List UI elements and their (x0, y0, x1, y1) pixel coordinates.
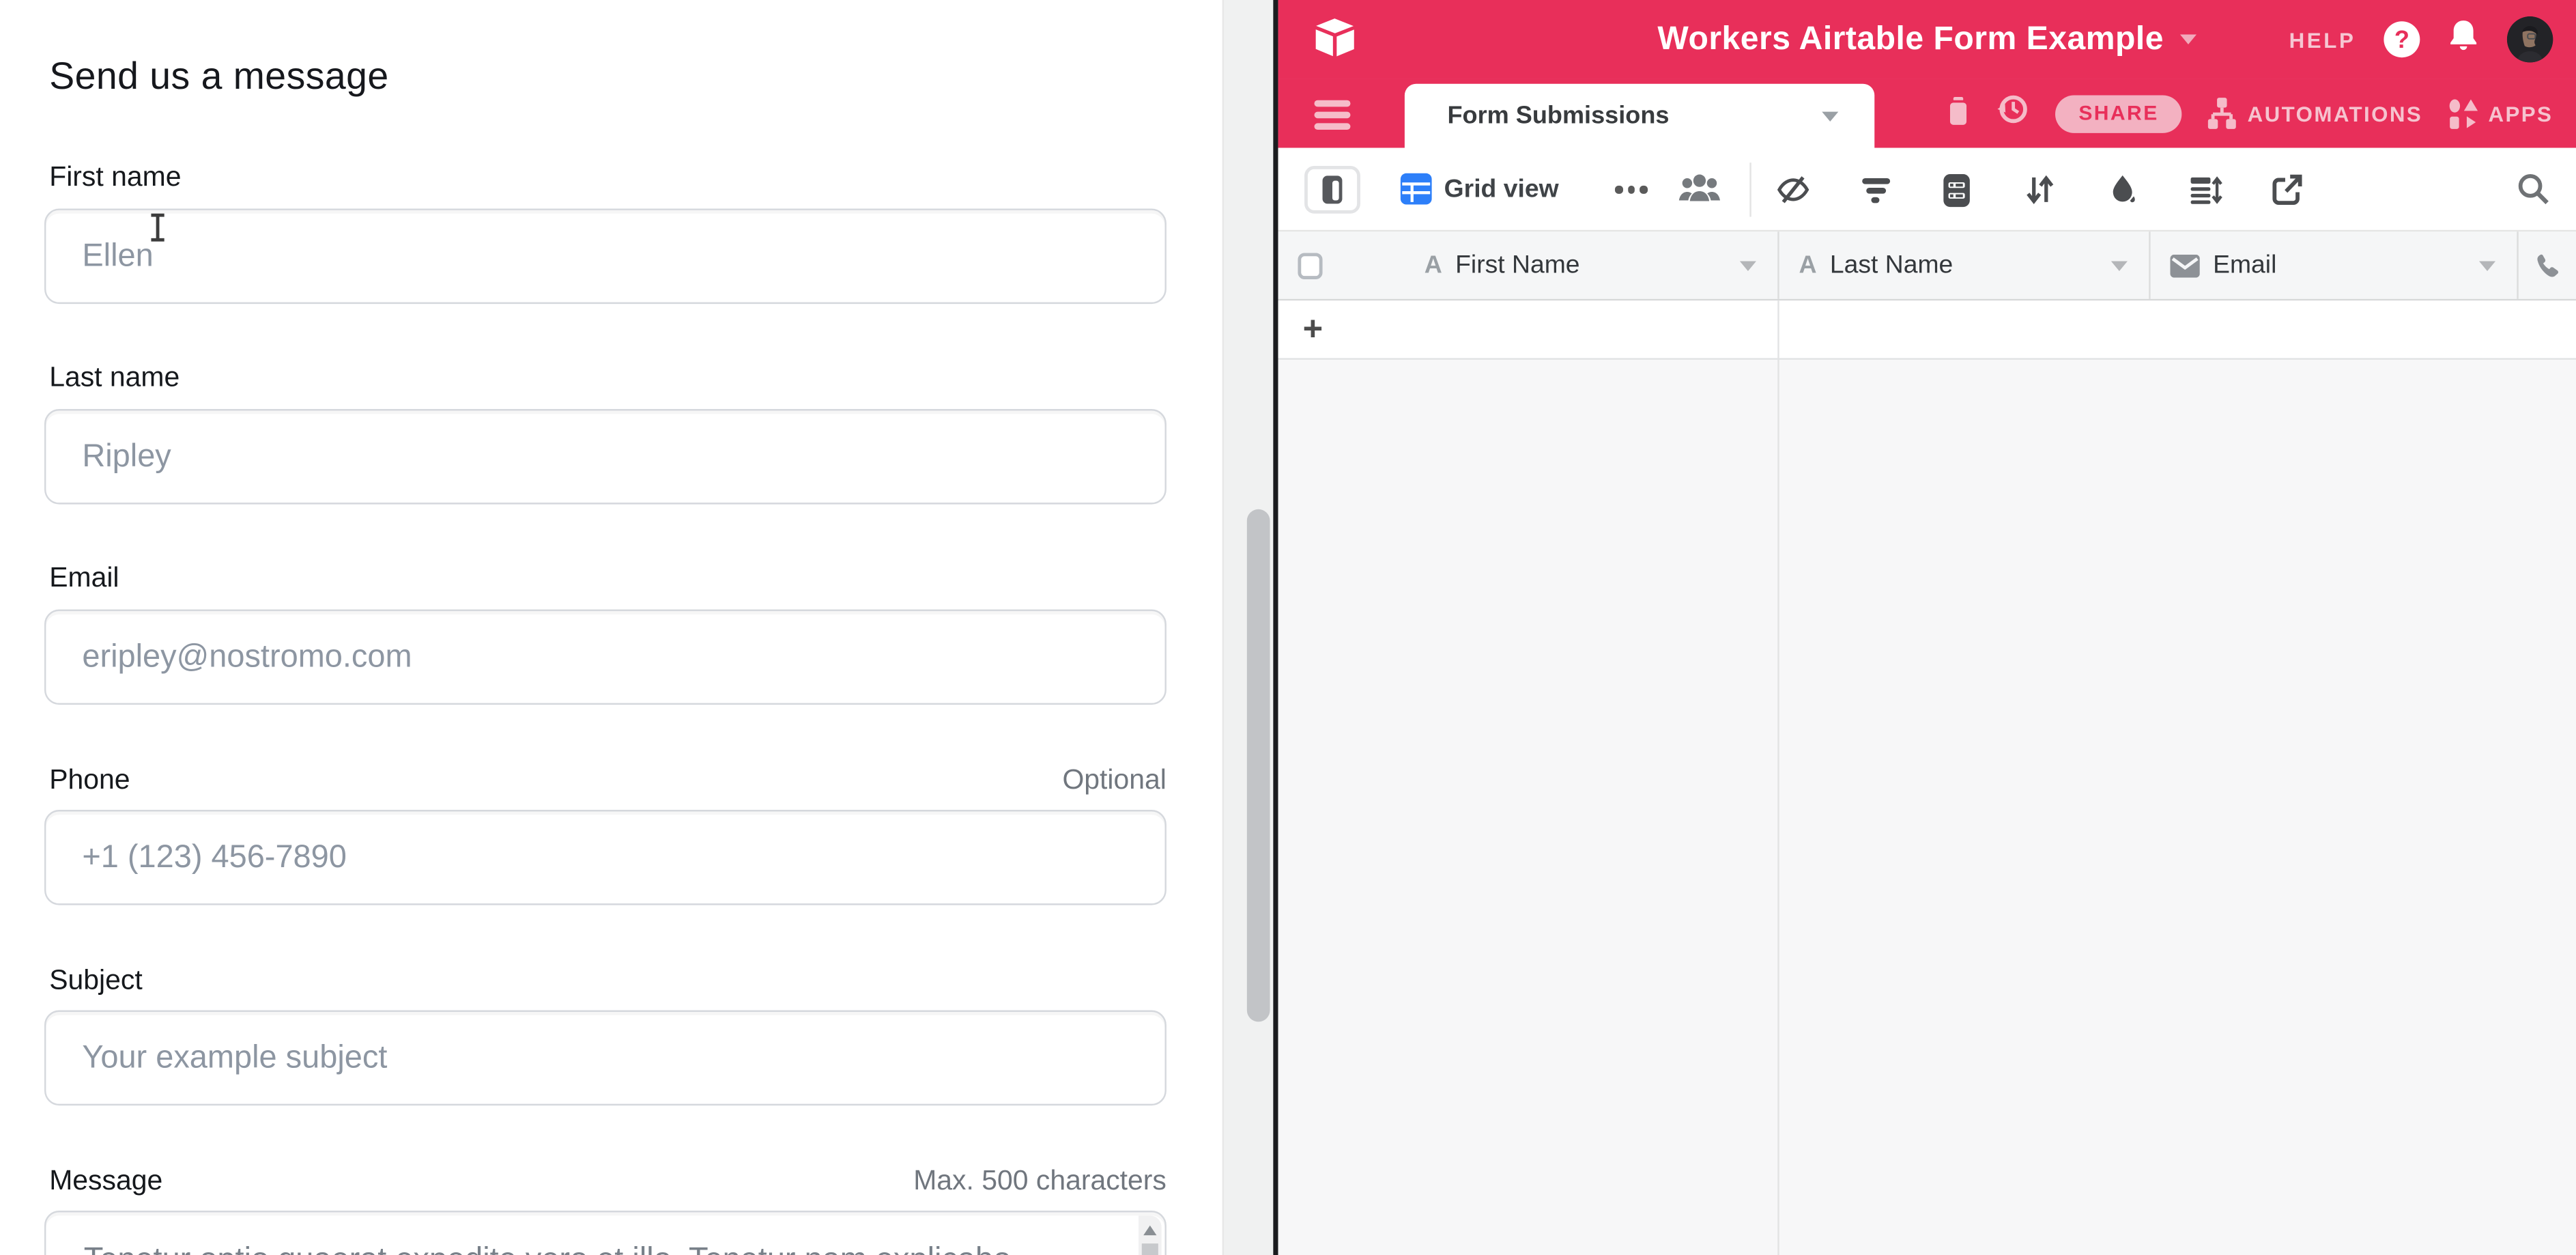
window-divider (1273, 0, 1278, 1255)
question-icon[interactable]: ? (2384, 21, 2420, 57)
message-max-hint: Max. 500 characters (913, 1165, 1167, 1198)
select-all-checkbox[interactable] (1298, 252, 1322, 278)
screenshot-root: Send us a message First name Last name E… (0, 0, 2576, 1255)
hide-fields-icon[interactable] (1776, 173, 1811, 216)
chevron-down-icon[interactable] (1740, 262, 1756, 271)
airtable-topbar: Workers Airtable Form Example HELP ? (1278, 0, 2576, 79)
share-view-icon[interactable] (2270, 173, 2305, 216)
apps-icon (2447, 98, 2478, 129)
sidebar-toggle-icon (1323, 175, 1343, 203)
group-icon[interactable] (1942, 173, 1971, 217)
form-pane-scrollbar[interactable] (1222, 0, 1274, 1255)
more-icon[interactable] (1615, 148, 1647, 232)
chevron-down-icon[interactable] (2111, 262, 2128, 271)
history-icon[interactable] (1997, 92, 2031, 135)
add-record-row[interactable]: + (1278, 300, 2576, 360)
bell-icon[interactable] (2448, 18, 2479, 61)
text-field-type-icon: A (1425, 251, 1442, 279)
search-icon[interactable] (2517, 173, 2549, 214)
form-pane-scroll-thumb[interactable] (1247, 509, 1270, 1022)
collaborators-icon[interactable] (1677, 173, 1721, 214)
text-field-type-icon: A (1799, 251, 1817, 279)
apps-button[interactable]: APPS (2447, 98, 2553, 129)
last-name-input[interactable] (44, 409, 1167, 505)
phone-field-type-icon (2535, 252, 2562, 278)
last-name-label: Last name (49, 361, 180, 394)
chevron-down-icon[interactable] (2479, 262, 2495, 271)
grid-view-icon (1400, 173, 1433, 214)
chevron-down-icon[interactable] (2180, 35, 2196, 44)
first-name-input[interactable] (44, 209, 1167, 305)
table-tab-label: Form Submissions (1447, 102, 1822, 130)
automations-button[interactable]: AUTOMATIONS (2206, 97, 2422, 130)
grid-column-headers: A First Name A Last Name Email (1278, 231, 2576, 300)
text-cursor-ibeam (151, 214, 164, 242)
subject-label: Subject (49, 964, 142, 997)
grid-column-divider (1777, 300, 1779, 1255)
automations-icon (2206, 97, 2237, 130)
form-title: Send us a message (49, 54, 389, 98)
help-button[interactable]: HELP (2289, 27, 2356, 52)
phone-field[interactable] (44, 810, 1167, 905)
textarea-scrollbar[interactable] (1139, 1215, 1162, 1255)
email-field-type-icon (2171, 254, 2200, 277)
row-height-icon[interactable] (2188, 173, 2223, 216)
message-label: Message (49, 1165, 162, 1198)
toolbar-divider (1749, 163, 1751, 216)
chevron-down-icon[interactable] (1822, 111, 1838, 120)
sort-icon[interactable] (2024, 173, 2055, 216)
color-icon[interactable] (2106, 173, 2141, 216)
share-button[interactable]: SHARE (2056, 94, 2182, 132)
view-name[interactable]: Grid view (1444, 148, 1559, 232)
scroll-up-arrow-icon[interactable] (1143, 1226, 1156, 1235)
view-sidebar-toggle-button[interactable] (1304, 166, 1360, 214)
contact-form-pane: Send us a message First name Last name E… (0, 0, 1222, 1255)
avatar[interactable] (2507, 16, 2553, 62)
trash-icon[interactable] (1945, 93, 1972, 134)
column-header-last-name[interactable]: A Last Name (1777, 231, 2149, 299)
airtable-pane: Workers Airtable Form Example HELP ? (1278, 0, 2576, 1255)
column-header-phone[interactable]: Phone (2517, 231, 2576, 299)
view-toolbar: Grid view (1278, 148, 2576, 232)
add-record-button[interactable]: + (1303, 300, 1323, 360)
filter-icon[interactable] (1860, 173, 1893, 216)
phone-optional-hint: Optional (1062, 764, 1166, 797)
phone-label: Phone (49, 764, 130, 797)
tab-form-submissions[interactable]: Form Submissions (1405, 84, 1874, 148)
column-header-email[interactable]: Email (2149, 231, 2517, 299)
first-name-label: First name (49, 161, 181, 194)
grid-body-empty[interactable] (1278, 360, 2576, 1255)
email-label: Email (49, 562, 119, 595)
email-field[interactable] (44, 610, 1167, 705)
message-text: Tenetur optio quaerat expedite vero et i… (84, 1239, 1099, 1255)
airtable-tabbar: Form Submissions (1278, 79, 2576, 147)
subject-input[interactable] (44, 1011, 1167, 1106)
message-textarea[interactable]: Tenetur optio quaerat expedite vero et i… (44, 1211, 1167, 1255)
column-header-first-name[interactable]: A First Name (1278, 231, 1778, 299)
textarea-scroll-thumb[interactable] (1142, 1243, 1158, 1255)
base-title[interactable]: Workers Airtable Form Example (1657, 20, 2164, 58)
hamburger-menu-icon[interactable] (1315, 100, 1351, 135)
